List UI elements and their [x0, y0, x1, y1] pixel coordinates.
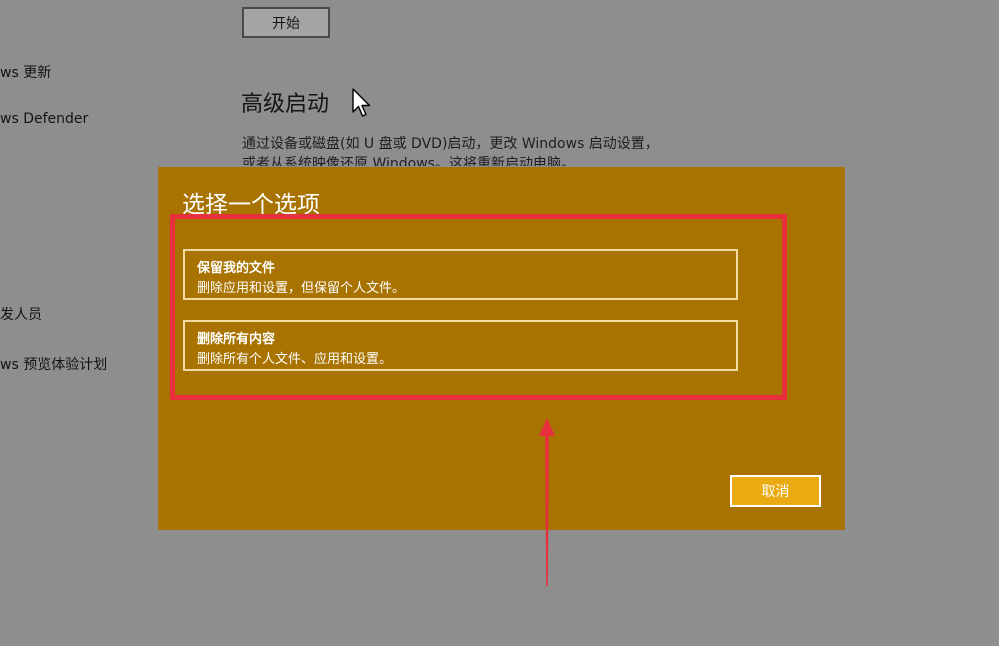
sidebar-item-label: ws 预览体验计划	[0, 357, 108, 373]
sidebar-item-label: 发人员	[0, 307, 42, 323]
sidebar-item-label: ws 更新	[0, 65, 52, 81]
advanced-startup-heading: 高级启动	[241, 92, 330, 117]
keep-my-files-option[interactable]: 保留我的文件 删除应用和设置，但保留个人文件。	[183, 249, 738, 300]
choose-option-dialog: 选择一个选项 保留我的文件 删除应用和设置，但保留个人文件。 删除所有内容 删除…	[158, 167, 845, 530]
description-line-2: 或者从系统映像还原 Windows。这将重新启动电脑。	[242, 156, 575, 166]
sidebar-item-windows-update[interactable]: ws 更新	[0, 62, 51, 82]
cancel-button[interactable]: 取消	[730, 475, 821, 507]
sidebar-item-insider-program[interactable]: ws 预览体验计划	[0, 354, 107, 374]
advanced-startup-description: 通过设备或磁盘(如 U 盘或 DVD)启动，更改 Windows 启动设置， 或…	[242, 134, 712, 166]
option-description: 删除所有个人文件、应用和设置。	[197, 352, 393, 367]
option-title: 保留我的文件	[197, 261, 276, 276]
description-line-1: 通过设备或磁盘(如 U 盘或 DVD)启动，更改 Windows 启动设置，	[242, 136, 659, 152]
sidebar-item-windows-defender[interactable]: ws Defender	[0, 111, 88, 127]
option-description: 删除应用和设置，但保留个人文件。	[197, 281, 406, 296]
sidebar-item-label: ws Defender	[0, 111, 89, 127]
screen: ws 更新 ws Defender 发人员 ws 预览体验计划 开始 高级启动 …	[0, 0, 999, 646]
dialog-title: 选择一个选项	[182, 192, 320, 218]
start-button[interactable]: 开始	[242, 7, 330, 38]
remove-everything-option[interactable]: 删除所有内容 删除所有个人文件、应用和设置。	[183, 320, 738, 371]
option-title: 删除所有内容	[197, 332, 276, 347]
sidebar-item-developers[interactable]: 发人员	[0, 304, 42, 324]
mouse-pointer-icon	[352, 88, 371, 117]
